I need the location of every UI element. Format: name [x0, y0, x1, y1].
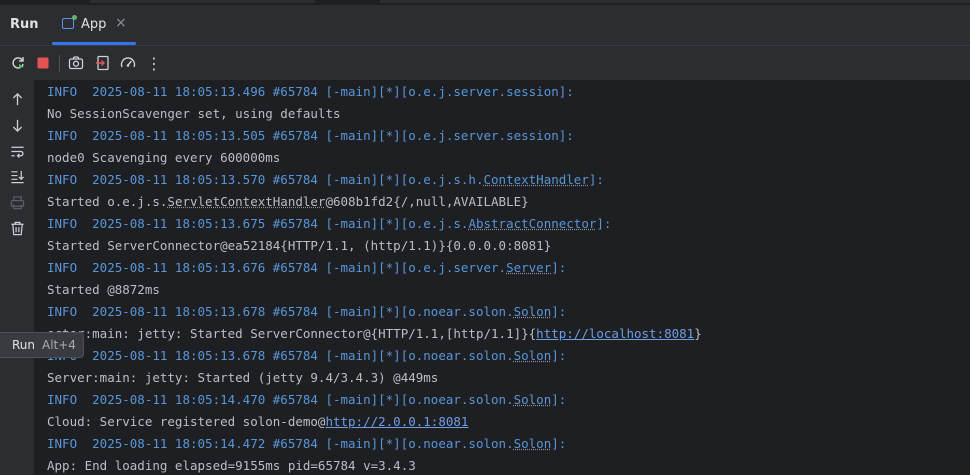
url-link[interactable]: http://localhost:8081	[536, 326, 694, 341]
console-output[interactable]: INFO 2025-08-11 18:05:13.496 #65784 [-ma…	[34, 80, 970, 475]
class-reference[interactable]: Server	[506, 260, 551, 275]
soft-wrap-icon	[10, 146, 24, 158]
log-info-line: INFO 2025-08-11 18:05:13.496 #65784 [-ma…	[47, 84, 574, 99]
url-link[interactable]: http://2.0.0.1:8081	[325, 414, 468, 429]
more-options-button[interactable]: ⋮	[144, 53, 164, 73]
arrow-down-icon	[12, 119, 22, 132]
run-tool-window-title: Run	[10, 17, 39, 32]
stop-icon	[37, 57, 49, 69]
print-button	[7, 192, 27, 212]
tooltip-shortcut: Alt+4	[42, 338, 76, 352]
screenshot-button[interactable]	[66, 53, 86, 73]
top-strip-segment	[380, 0, 970, 3]
log-info-line: INFO 2025-08-11 18:05:13.570 #65784 [-ma…	[47, 172, 604, 187]
log-info-line: INFO 2025-08-11 18:05:13.505 #65784 [-ma…	[47, 128, 574, 143]
log-message-line: Server:main: jetty: Started (jetty 9.4/3…	[47, 370, 439, 385]
run-configuration-icon	[62, 15, 77, 29]
class-reference[interactable]: ServletContextHandler	[167, 194, 325, 209]
top-strip-segment	[90, 0, 315, 3]
tool-window-header: Run App ×	[0, 5, 970, 45]
rerun-icon	[12, 57, 24, 69]
run-tooltip: Run Alt+4	[0, 332, 84, 358]
class-reference[interactable]: Solon	[514, 392, 552, 407]
arrow-up-icon	[12, 92, 22, 105]
tab-app[interactable]: App ×	[52, 5, 136, 45]
console-gutter	[0, 80, 34, 475]
stop-button[interactable]	[33, 53, 53, 73]
scroll-to-end-button[interactable]	[7, 166, 27, 186]
exit-icon	[96, 55, 109, 71]
log-message-line: Cloud: Service registered solon-demo@htt…	[47, 414, 469, 429]
log-message-line: Started ServerConnector@ea52184{HTTP/1.1…	[47, 238, 552, 253]
class-reference[interactable]: AbstractConnector	[468, 216, 596, 231]
soft-wrap-button[interactable]	[7, 141, 27, 161]
log-message-line: Started o.e.j.s.ServletContextHandler@60…	[47, 194, 529, 209]
gauge-icon	[120, 57, 136, 68]
exit-button[interactable]	[93, 53, 113, 73]
tooltip-label: Run	[12, 338, 36, 352]
log-info-line: INFO 2025-08-11 18:05:13.676 #65784 [-ma…	[47, 260, 567, 275]
scroll-to-end-icon	[10, 170, 24, 183]
toolbar-separator	[59, 55, 60, 72]
print-icon	[10, 195, 24, 209]
log-message-line: App: End loading elapsed=9155ms pid=6578…	[47, 458, 416, 473]
log-info-line: INFO 2025-08-11 18:05:13.678 #65784 [-ma…	[47, 348, 567, 363]
log-message-line: ector:main: jetty: Started ServerConnect…	[47, 326, 702, 341]
trash-icon	[10, 221, 24, 235]
scroll-up-button[interactable]	[7, 89, 27, 109]
rerun-button[interactable]	[8, 53, 28, 73]
close-icon[interactable]: ×	[115, 15, 127, 31]
camera-icon	[68, 56, 84, 70]
log-message-line: Started @8872ms	[47, 282, 160, 297]
log-info-line: INFO 2025-08-11 18:05:14.472 #65784 [-ma…	[47, 436, 567, 451]
profiler-button[interactable]	[118, 53, 138, 73]
run-toolbar: ⋮	[0, 45, 970, 80]
log-info-line: INFO 2025-08-11 18:05:14.470 #65784 [-ma…	[47, 392, 567, 407]
class-reference[interactable]: ContextHandler	[484, 172, 589, 187]
log-message-line: No SessionScavenger set, using defaults	[47, 106, 341, 121]
class-reference[interactable]: Solon	[514, 304, 552, 319]
log-info-line: INFO 2025-08-11 18:05:13.678 #65784 [-ma…	[47, 304, 567, 319]
class-reference[interactable]: Solon	[514, 348, 552, 363]
clear-all-button[interactable]	[7, 218, 27, 238]
class-reference[interactable]: Solon	[514, 436, 552, 451]
tab-label: App	[81, 17, 107, 32]
log-info-line: INFO 2025-08-11 18:05:13.675 #65784 [-ma…	[47, 216, 612, 231]
scroll-down-button[interactable]	[7, 115, 27, 135]
log-message-line: node0 Scavenging every 600000ms	[47, 150, 281, 165]
